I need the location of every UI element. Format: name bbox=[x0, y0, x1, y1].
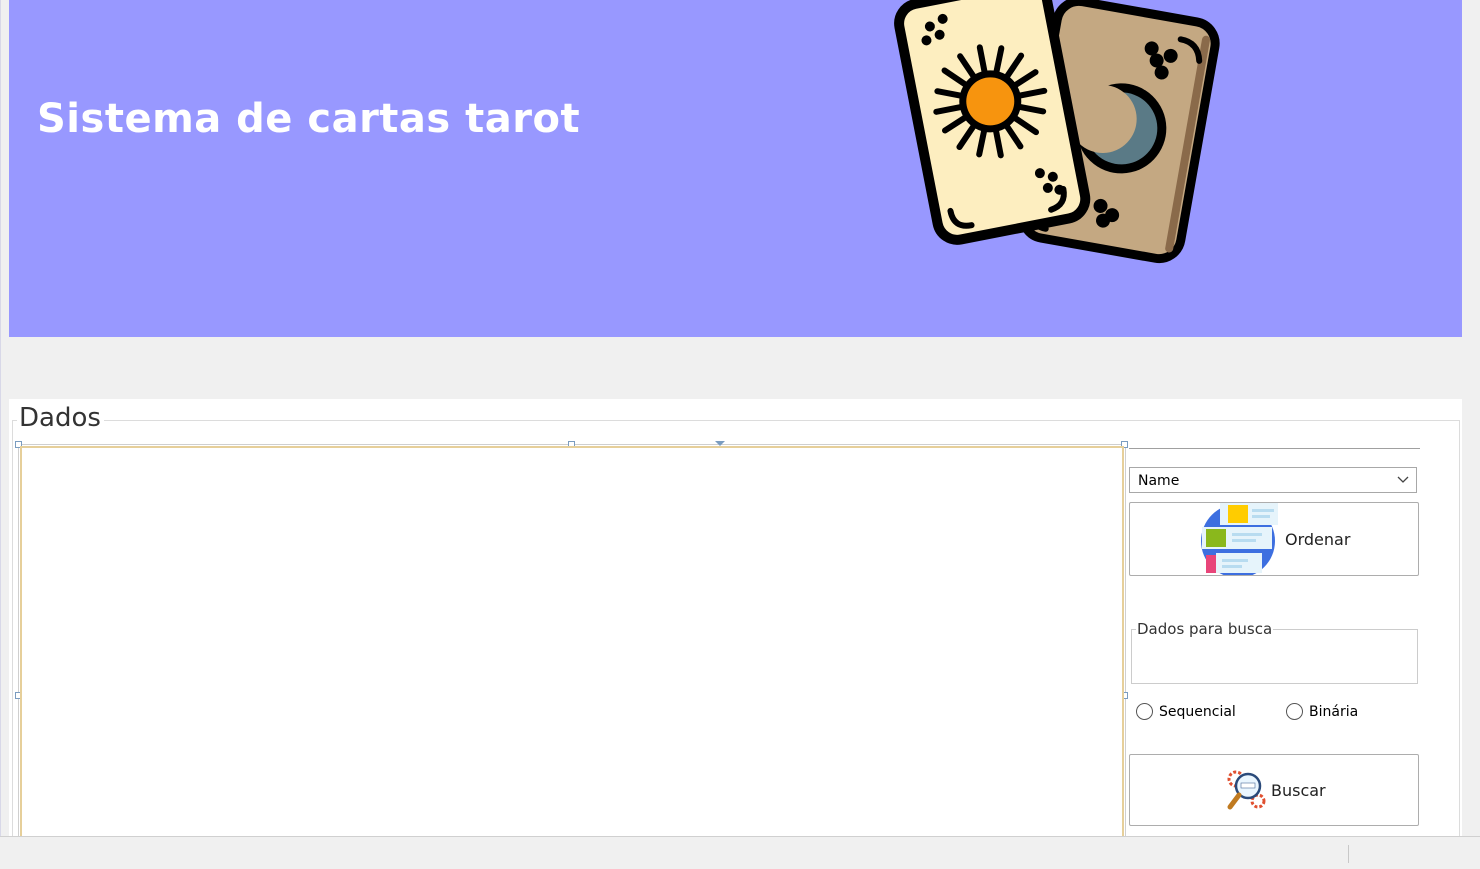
search-button-label: Buscar bbox=[1271, 781, 1326, 800]
tarot-cards-icon bbox=[894, 0, 1220, 264]
chevron-down-icon bbox=[1397, 476, 1409, 483]
radio-binary-label: Binária bbox=[1309, 703, 1359, 720]
header-banner: Sistema de cartas tarot bbox=[9, 0, 1462, 337]
window-left-edge bbox=[0, 0, 1, 868]
search-button[interactable]: Buscar bbox=[1129, 754, 1419, 826]
data-panel: Dados Name Ordenar Dados para busca Sequ… bbox=[9, 399, 1462, 848]
status-separator bbox=[1348, 845, 1349, 863]
sort-field-selected: Name bbox=[1138, 473, 1180, 489]
page-title: Sistema de cartas tarot bbox=[37, 96, 581, 142]
status-bar bbox=[0, 836, 1480, 869]
search-group-label: Dados para busca bbox=[1136, 619, 1274, 639]
search-magnifier-icon bbox=[1227, 770, 1266, 810]
radio-circle[interactable] bbox=[1136, 703, 1153, 720]
radio-sequential-label: Sequencial bbox=[1159, 703, 1236, 720]
sort-button-label: Ordenar bbox=[1285, 530, 1351, 549]
dados-group-title: Dados bbox=[17, 403, 104, 433]
divider bbox=[1129, 448, 1420, 449]
radio-sequential[interactable]: Sequencial bbox=[1136, 703, 1236, 720]
radio-binary[interactable]: Binária bbox=[1286, 703, 1358, 720]
data-grid[interactable] bbox=[20, 446, 1124, 848]
sort-button[interactable]: Ordenar bbox=[1129, 502, 1419, 576]
sort-field-select[interactable]: Name bbox=[1129, 467, 1417, 493]
sort-list-icon bbox=[1201, 503, 1278, 575]
radio-circle[interactable] bbox=[1286, 703, 1303, 720]
